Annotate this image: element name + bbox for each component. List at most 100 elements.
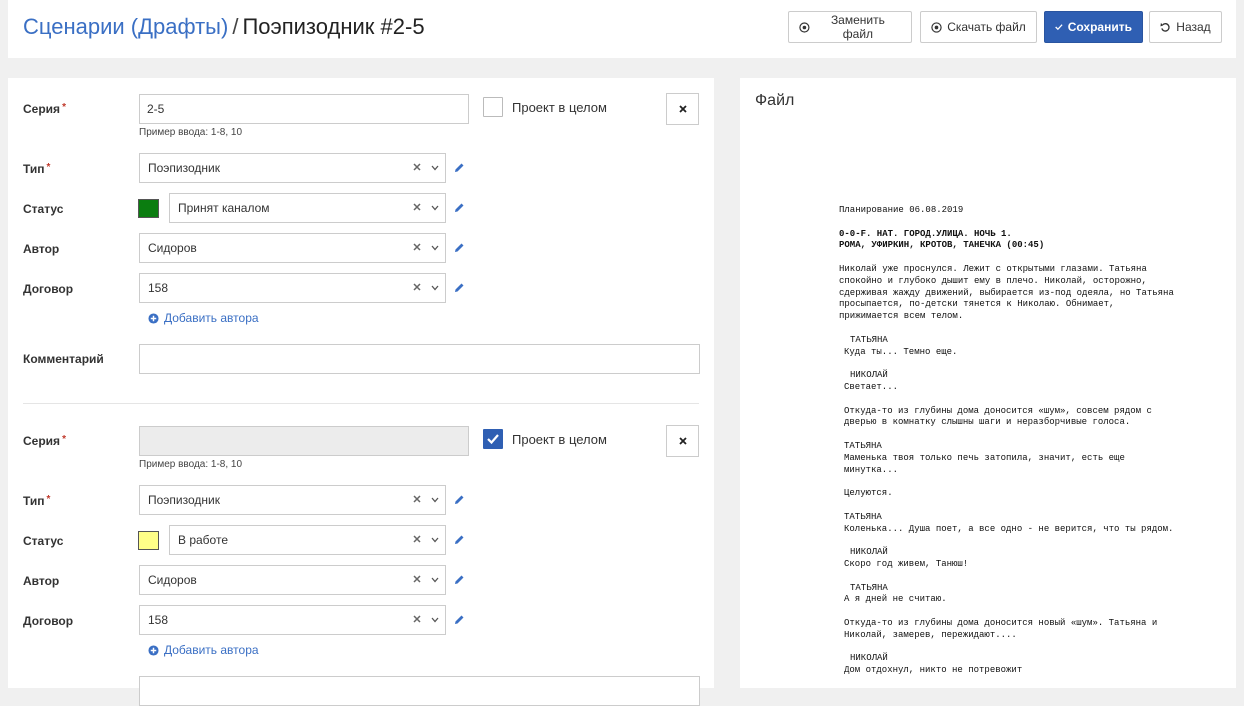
doc-action: Откуда-то из глубины дома доносится новы… — [844, 617, 1163, 640]
add-author-link[interactable]: Добавить автора — [148, 311, 259, 325]
download-file-button[interactable]: Скачать файл — [920, 11, 1037, 43]
chevron-down-icon[interactable] — [431, 537, 439, 543]
doc-action: Николай уже проснулся. Лежит с открытыми… — [839, 263, 1180, 322]
chevron-down-icon[interactable] — [431, 165, 439, 171]
replace-file-button[interactable]: Заменить файл — [788, 11, 912, 43]
clear-icon[interactable] — [413, 495, 421, 503]
doc-character: ТАТЬЯНА — [850, 582, 888, 593]
status-value: В работе — [178, 533, 229, 547]
author-select[interactable]: Сидоров — [139, 233, 446, 263]
series-hint: Пример ввода: 1-8, 10 — [139, 459, 243, 470]
remove-block-button[interactable] — [666, 93, 699, 125]
status-value: Принят каналом — [178, 201, 270, 215]
type-value: Поэпизодник — [148, 493, 220, 507]
download-file-label: Скачать файл — [947, 20, 1026, 34]
add-author-label: Добавить автора — [164, 311, 259, 325]
status-label: Статус — [23, 534, 64, 548]
breadcrumb-current: Поэпизодник #2-5 — [242, 14, 425, 39]
file-panel-title: Файл — [755, 92, 795, 109]
back-button[interactable]: Назад — [1149, 11, 1222, 43]
author-label: Автор — [23, 242, 60, 256]
comment-input[interactable] — [139, 676, 700, 706]
doc-character: НИКОЛАЙ — [850, 653, 888, 664]
chevron-down-icon[interactable] — [431, 577, 439, 583]
edit-pencil-icon[interactable] — [453, 534, 465, 546]
clear-icon[interactable] — [413, 203, 421, 211]
chevron-down-icon[interactable] — [431, 497, 439, 503]
save-button[interactable]: Сохранить — [1044, 11, 1143, 43]
chevron-down-icon[interactable] — [431, 285, 439, 291]
author-value: Сидоров — [148, 241, 197, 255]
edit-pencil-icon[interactable] — [453, 614, 465, 626]
download-circle-icon — [931, 21, 942, 33]
edit-pencil-icon[interactable] — [453, 282, 465, 294]
clear-icon[interactable] — [413, 163, 421, 171]
author-select[interactable]: Сидоров — [139, 565, 446, 595]
chevron-down-icon[interactable] — [431, 205, 439, 211]
contract-select[interactable]: 158 — [139, 605, 446, 635]
doc-character: ТАТЬЯНА — [850, 334, 888, 345]
replace-file-label: Заменить файл — [830, 13, 885, 41]
remove-block-button[interactable] — [666, 425, 699, 457]
type-select[interactable]: Поэпизодник — [139, 485, 446, 515]
contract-value: 158 — [148, 613, 169, 627]
chevron-down-icon[interactable] — [431, 617, 439, 623]
series-form-panel: Серия * 2-5 Пример ввода: 1-8, 10 Проект … — [8, 78, 714, 706]
doc-dialogue: Дом отдохнул, никто не потревожит — [844, 665, 1023, 676]
project-whole-checkbox-checked[interactable] — [483, 429, 503, 449]
file-preview-panel: Файл Планирование 06.08.2019 0-0-F. НАТ.… — [740, 78, 1236, 688]
block-divider — [23, 403, 699, 404]
back-label: Назад — [1176, 20, 1211, 34]
check-icon — [1055, 24, 1063, 31]
status-label: Статус — [23, 202, 64, 216]
page-header: Сценарии (Драфты) / Поэпизодник #2-5 Замен… — [8, 0, 1236, 58]
contract-select[interactable]: 158 — [139, 273, 446, 303]
doc-date-line: Планирование 06.08.2019 — [839, 205, 964, 215]
page-title: Сценарии (Драфты) / Поэпизодник #2-5 — [23, 13, 425, 41]
clear-icon[interactable] — [413, 615, 421, 623]
comment-input[interactable] — [139, 344, 700, 374]
breadcrumb-separator: / — [232, 14, 239, 39]
project-whole-checkbox[interactable] — [483, 97, 503, 117]
doc-character: НИКОЛАЙ — [850, 370, 888, 381]
contract-value: 158 — [148, 281, 169, 295]
contract-label: Договор — [23, 282, 74, 296]
doc-scene-characters: РОМА, УФИРКИН, КРОТОВ, ТАНЕЧКА (00:45) — [839, 240, 1045, 251]
doc-dialogue: Маменька твоя только печь затопила, знач… — [844, 452, 1131, 475]
undo-icon — [1160, 22, 1170, 32]
status-color-swatch[interactable] — [138, 199, 159, 218]
status-select[interactable]: Принят каналом — [169, 193, 446, 223]
edit-pencil-icon[interactable] — [453, 494, 465, 506]
clear-icon[interactable] — [413, 535, 421, 543]
series-hint: Пример ввода: 1-8, 10 — [139, 127, 243, 138]
type-select[interactable]: Поэпизодник — [139, 153, 446, 183]
series-label: Серия * — [23, 434, 66, 448]
doc-dialogue: Коленька... Душа поет, а все одно - не в… — [844, 523, 1174, 534]
chevron-down-icon[interactable] — [431, 245, 439, 251]
author-value: Сидоров — [148, 573, 197, 587]
clear-icon[interactable] — [413, 283, 421, 291]
status-select[interactable]: В работе — [169, 525, 446, 555]
plus-circle-icon — [148, 644, 159, 656]
script-document-preview[interactable]: Планирование 06.08.2019 0-0-F. НАТ. ГОРО… — [839, 205, 1179, 689]
edit-pencil-icon[interactable] — [453, 574, 465, 586]
edit-pencil-icon[interactable] — [453, 242, 465, 254]
breadcrumb-link[interactable]: Сценарии (Драфты) — [23, 14, 228, 39]
doc-action: Откуда-то из глубины дома доносится «шум… — [844, 405, 1158, 428]
edit-pencil-icon[interactable] — [453, 202, 465, 214]
edit-pencil-icon[interactable] — [453, 162, 465, 174]
status-color-swatch[interactable] — [138, 531, 159, 550]
doc-dialogue: Скоро год живем, Танюш! — [844, 558, 969, 569]
project-whole-label: Проект в целом — [512, 432, 607, 447]
comment-label: Комментарий — [23, 352, 104, 366]
add-author-link[interactable]: Добавить автора — [148, 643, 259, 657]
doc-character: НИКОЛАЙ — [850, 547, 888, 558]
type-label: Тип * — [23, 162, 51, 176]
type-value: Поэпизодник — [148, 161, 220, 175]
clear-icon[interactable] — [413, 243, 421, 251]
close-icon — [678, 437, 687, 445]
clear-icon[interactable] — [413, 575, 421, 583]
series-input[interactable]: 2-5 — [139, 94, 469, 124]
contract-label: Договор — [23, 614, 74, 628]
series-input-disabled — [139, 426, 469, 456]
